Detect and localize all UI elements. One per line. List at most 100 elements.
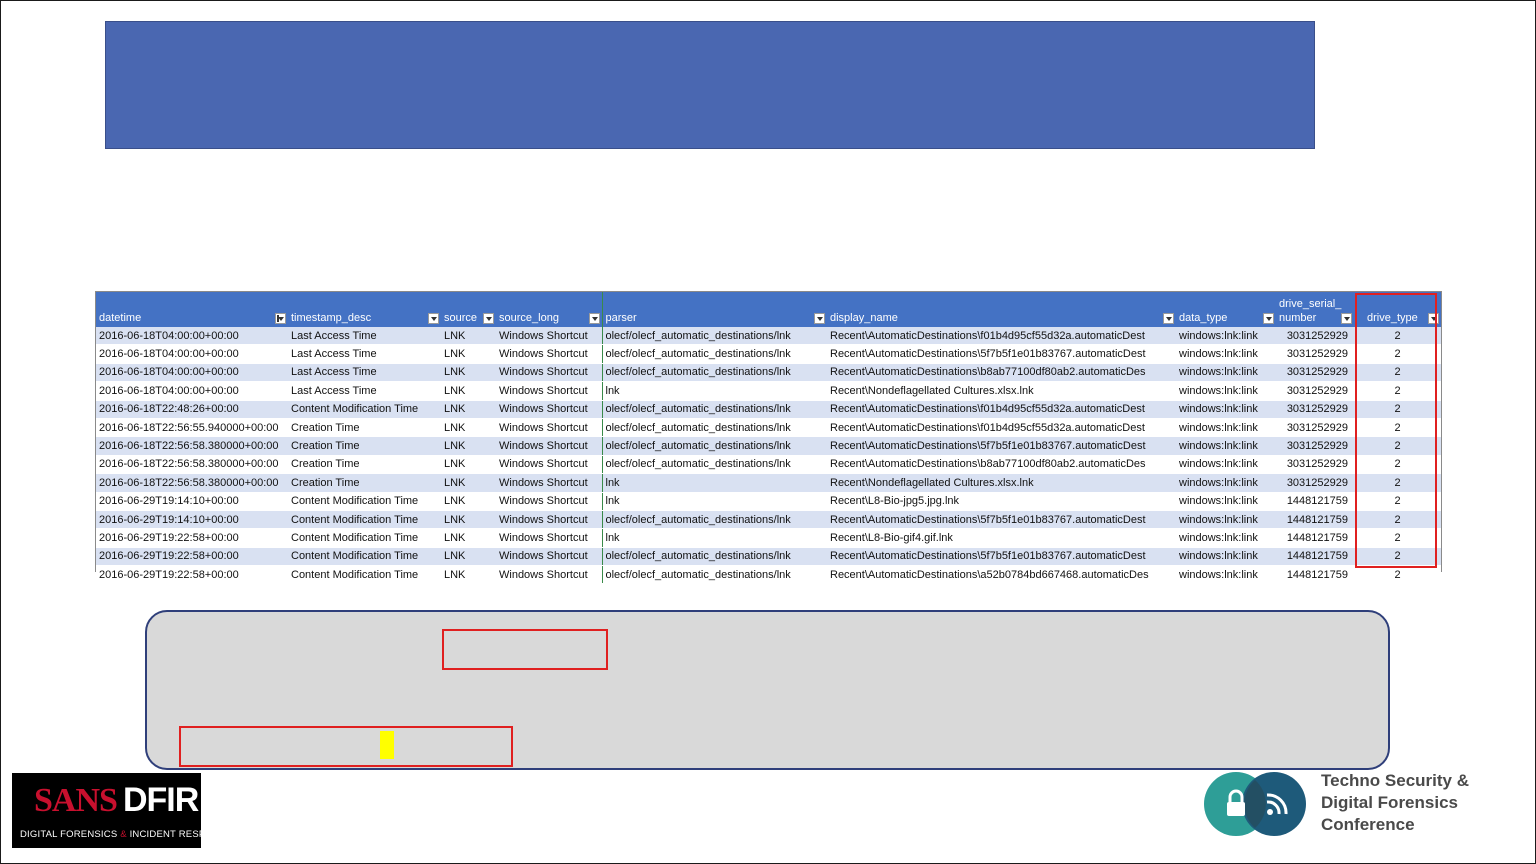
table-cell[interactable]: Windows Shortcut — [496, 344, 602, 364]
column-header-drive-serial-number[interactable]: drive_serial_ number — [1276, 292, 1354, 327]
table-cell[interactable]: windows:lnk:link — [1176, 528, 1276, 548]
table-cell[interactable]: 2 — [1354, 418, 1441, 438]
table-cell[interactable]: Creation Time — [288, 418, 441, 438]
table-cell[interactable]: LNK — [441, 528, 496, 548]
table-cell[interactable]: 2 — [1354, 400, 1441, 419]
filter-dropdown-icon[interactable] — [1163, 313, 1174, 324]
table-cell[interactable]: 1448121759 — [1276, 510, 1354, 530]
table-cell[interactable]: 2016-06-29T19:22:58+00:00 — [96, 547, 288, 567]
table-cell[interactable]: lnk — [601, 528, 827, 548]
table-cell[interactable]: 2016-06-18T22:56:58.380000+00:00 — [96, 473, 288, 493]
table-cell[interactable]: 1448121759 — [1276, 492, 1354, 511]
table-cell[interactable]: 3031252929 — [1276, 418, 1354, 438]
table-cell[interactable]: Windows Shortcut — [496, 327, 602, 346]
table-cell[interactable]: olecf/olecf_automatic_destinations/lnk — [601, 547, 827, 567]
table-cell[interactable]: Recent\AutomaticDestinations\5f7b5f1e01b… — [827, 547, 1176, 567]
table-cell[interactable]: 2 — [1354, 473, 1441, 493]
table-cell[interactable]: Creation Time — [288, 455, 441, 475]
table-cell[interactable]: 2 — [1354, 510, 1441, 530]
table-cell[interactable]: windows:lnk:link — [1176, 473, 1276, 493]
table-cell[interactable]: Windows Shortcut — [496, 528, 602, 548]
table-cell[interactable]: Windows Shortcut — [496, 400, 602, 419]
column-header-source[interactable]: source — [441, 292, 496, 327]
table-cell[interactable]: Recent\AutomaticDestinations\b8ab77100df… — [827, 363, 1176, 383]
table-cell[interactable]: 2 — [1354, 565, 1441, 585]
table-cell[interactable]: windows:lnk:link — [1176, 510, 1276, 530]
table-cell[interactable]: 3031252929 — [1276, 400, 1354, 419]
table-cell[interactable]: LNK — [441, 547, 496, 567]
table-cell[interactable]: Recent\AutomaticDestinations\5f7b5f1e01b… — [827, 436, 1176, 456]
table-cell[interactable]: LNK — [441, 565, 496, 585]
table-cell[interactable]: Content Modification Time — [288, 400, 441, 419]
table-cell[interactable]: 2 — [1354, 344, 1441, 364]
column-header-parser[interactable]: parser — [601, 292, 827, 327]
table-cell[interactable]: LNK — [441, 418, 496, 438]
table-cell[interactable]: LNK — [441, 327, 496, 346]
table-cell[interactable]: Content Modification Time — [288, 510, 441, 530]
table-cell[interactable]: Recent\L8-Bio-gif4.gif.lnk — [827, 528, 1176, 548]
filter-dropdown-icon[interactable] — [814, 313, 825, 324]
table-cell[interactable]: Windows Shortcut — [496, 565, 602, 585]
table-cell[interactable]: olecf/olecf_automatic_destinations/lnk — [601, 436, 827, 456]
table-cell[interactable]: 2 — [1354, 547, 1441, 567]
table-cell[interactable]: windows:lnk:link — [1176, 344, 1276, 364]
table-cell[interactable]: 2016-06-29T19:14:10+00:00 — [96, 510, 288, 530]
table-cell[interactable]: 2 — [1354, 528, 1441, 548]
table-cell[interactable]: 3031252929 — [1276, 473, 1354, 493]
column-header-timestamp-desc[interactable]: timestamp_desc — [288, 292, 441, 327]
table-cell[interactable]: Recent\Nondeflagellated Cultures.xlsx.ln… — [827, 473, 1176, 493]
table-cell[interactable]: windows:lnk:link — [1176, 436, 1276, 456]
table-cell[interactable]: Recent\AutomaticDestinations\5f7b5f1e01b… — [827, 510, 1176, 530]
table-cell[interactable]: windows:lnk:link — [1176, 381, 1276, 401]
table-cell[interactable]: Windows Shortcut — [496, 455, 602, 475]
table-row[interactable]: 2016-06-18T04:00:00+00:00 Last Access Tim… — [96, 381, 1441, 401]
table-cell[interactable]: Windows Shortcut — [496, 473, 602, 493]
table-row[interactable]: 2016-06-29T19:22:58+00:00 Content Modific… — [96, 528, 1441, 548]
column-header-display-name[interactable]: display_name — [827, 292, 1176, 327]
table-cell[interactable]: 3031252929 — [1276, 436, 1354, 456]
table-cell[interactable]: 3031252929 — [1276, 381, 1354, 401]
table-cell[interactable]: Recent\Nondeflagellated Cultures.xlsx.ln… — [827, 381, 1176, 401]
table-cell[interactable]: Last Access Time — [288, 344, 441, 364]
table-row[interactable]: 2016-06-29T19:14:10+00:00 Content Modific… — [96, 492, 1441, 511]
table-cell[interactable]: Recent\AutomaticDestinations\a52b0784bd6… — [827, 565, 1176, 585]
table-cell[interactable]: 3031252929 — [1276, 363, 1354, 383]
table-cell[interactable]: 2 — [1354, 327, 1441, 346]
table-cell[interactable]: 1448121759 — [1276, 565, 1354, 585]
table-cell[interactable]: 2 — [1354, 381, 1441, 401]
table-cell[interactable]: Recent\AutomaticDestinations\b8ab77100df… — [827, 455, 1176, 475]
filter-dropdown-icon[interactable] — [588, 313, 600, 324]
table-row[interactable]: 2016-06-18T22:56:55.940000+00:00 Creation… — [96, 418, 1441, 438]
table-cell[interactable]: lnk — [601, 492, 827, 511]
filter-dropdown-icon[interactable] — [1341, 313, 1352, 324]
table-row[interactable]: 2016-06-29T19:14:10+00:00 Content Modific… — [96, 510, 1441, 530]
table-cell[interactable]: windows:lnk:link — [1176, 327, 1276, 346]
table-cell[interactable]: 2016-06-18T22:56:58.380000+00:00 — [96, 436, 288, 456]
table-cell[interactable]: Last Access Time — [288, 381, 441, 401]
table-cell[interactable]: LNK — [441, 363, 496, 383]
table-cell[interactable]: 2016-06-29T19:22:58+00:00 — [96, 565, 288, 585]
table-cell[interactable]: Recent\AutomaticDestinations\f01b4d95cf5… — [827, 327, 1176, 346]
table-cell[interactable]: windows:lnk:link — [1176, 418, 1276, 438]
table-row[interactable]: 2016-06-29T19:22:58+00:00 Content Modific… — [96, 565, 1441, 585]
table-cell[interactable]: Windows Shortcut — [496, 381, 602, 401]
table-cell[interactable]: lnk — [601, 381, 827, 401]
table-cell[interactable]: LNK — [441, 492, 496, 511]
table-cell[interactable]: 2016-06-18T04:00:00+00:00 — [96, 327, 288, 346]
filter-dropdown-icon[interactable] — [1263, 313, 1274, 324]
table-cell[interactable]: olecf/olecf_automatic_destinations/lnk — [601, 510, 827, 530]
filter-dropdown-icon[interactable] — [1428, 313, 1439, 324]
table-cell[interactable]: olecf/olecf_automatic_destinations/lnk — [601, 400, 827, 419]
table-cell[interactable]: Windows Shortcut — [496, 547, 602, 567]
table-cell[interactable]: Recent\AutomaticDestinations\5f7b5f1e01b… — [827, 344, 1176, 364]
table-row[interactable]: 2016-06-18T04:00:00+00:00 Last Access Tim… — [96, 327, 1441, 346]
table-cell[interactable]: windows:lnk:link — [1176, 565, 1276, 585]
table-cell[interactable]: Windows Shortcut — [496, 510, 602, 530]
table-cell[interactable]: olecf/olecf_automatic_destinations/lnk — [601, 344, 827, 364]
filter-dropdown-icon[interactable] — [483, 313, 494, 324]
column-header-drive-type[interactable]: drive_type — [1354, 292, 1441, 327]
table-cell[interactable]: 2016-06-18T22:56:55.940000+00:00 — [96, 418, 288, 438]
table-cell[interactable]: 3031252929 — [1276, 327, 1354, 346]
table-cell[interactable]: windows:lnk:link — [1176, 547, 1276, 567]
column-header-datetime[interactable]: datetime — [96, 292, 288, 327]
